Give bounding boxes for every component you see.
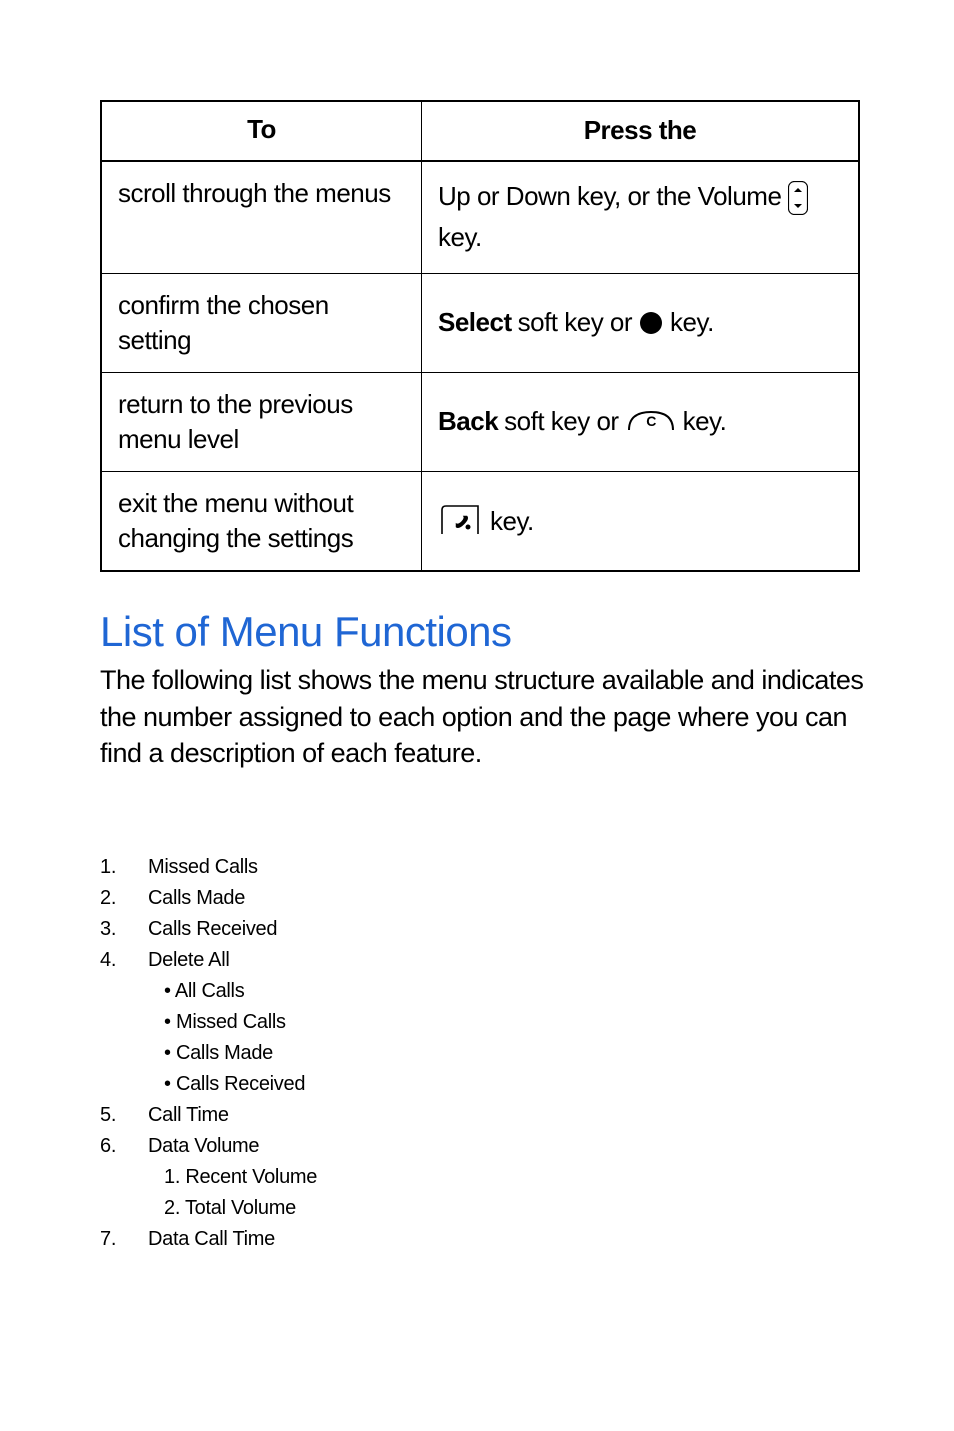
row2-post: key. [683, 403, 727, 441]
row0-pre: Up or Down key, or the Volume [438, 181, 781, 211]
list-item: 5. Call Time [100, 1100, 874, 1131]
row-to-3: exit the menu without changing the setti… [102, 472, 422, 570]
row1-post: key. [670, 304, 714, 342]
item-label: Call Time [148, 1100, 229, 1131]
header-to: To [102, 102, 422, 160]
sub-bullet: • Missed Calls [164, 1007, 874, 1038]
row1-bold: Select [438, 304, 512, 342]
list-item: 2. Calls Made [100, 883, 874, 914]
item-num: 4. [100, 945, 124, 976]
sub-items: 1. Recent Volume 2. Total Volume [164, 1162, 874, 1224]
table-header-row: To Press the [102, 102, 858, 162]
c-key-icon: C [625, 408, 677, 436]
item-label: Data Volume [148, 1131, 259, 1162]
item-num: 2. [100, 883, 124, 914]
row2-mid: soft key or [504, 403, 618, 441]
list-item: 1. Missed Calls [100, 852, 874, 883]
item-num: 3. [100, 914, 124, 945]
sub-items: • All Calls • Missed Calls • Calls Made … [164, 976, 874, 1100]
circle-key-icon [638, 310, 664, 336]
list-item: 3. Calls Received [100, 914, 874, 945]
item-num: 1. [100, 852, 124, 883]
end-key-icon [438, 504, 484, 538]
list-item: 7. Data Call Time [100, 1224, 874, 1255]
table-row: exit the menu without changing the setti… [102, 472, 858, 570]
item-label: Calls Received [148, 914, 277, 945]
row-press-3: key. [422, 472, 858, 570]
sub-numbered: 1. Recent Volume [164, 1162, 874, 1193]
sub-bullet: • Calls Made [164, 1038, 874, 1069]
row-to-0: scroll through the menus [102, 162, 422, 273]
list-item: 4. Delete All [100, 945, 874, 976]
volume-key-icon [788, 181, 808, 215]
item-label: Calls Made [148, 883, 245, 914]
menu-functions-list: 1. Missed Calls 2. Calls Made 3. Calls R… [100, 852, 874, 1255]
item-num: 7. [100, 1224, 124, 1255]
row-press-2: Back soft key or C key. [422, 373, 858, 471]
table-row: scroll through the menus Up or Down key,… [102, 162, 858, 274]
item-label: Delete All [148, 945, 230, 976]
sub-bullet: • Calls Received [164, 1069, 874, 1100]
row0-post: key. [438, 222, 482, 252]
row-to-2: return to the previous menu level [102, 373, 422, 471]
list-item: 6. Data Volume [100, 1131, 874, 1162]
item-num: 5. [100, 1100, 124, 1131]
header-press: Press the [422, 102, 858, 160]
section-heading: List of Menu Functions [100, 608, 874, 656]
row-to-1: confirm the chosen setting [102, 274, 422, 372]
item-num: 6. [100, 1131, 124, 1162]
row3-post: key. [490, 503, 534, 541]
item-label: Data Call Time [148, 1224, 275, 1255]
row-press-0: Up or Down key, or the Volume key. [422, 162, 858, 273]
table-row: confirm the chosen setting Select soft k… [102, 274, 858, 373]
row2-bold: Back [438, 403, 498, 441]
row-press-1: Select soft key or key. [422, 274, 858, 372]
intro-paragraph: The following list shows the menu struct… [100, 662, 870, 771]
sub-bullet: • All Calls [164, 976, 874, 1007]
instruction-table: To Press the scroll through the menus Up… [100, 100, 860, 572]
row1-mid: soft key or [518, 304, 632, 342]
svg-text:C: C [646, 413, 656, 429]
sub-numbered: 2. Total Volume [164, 1193, 874, 1224]
table-row: return to the previous menu level Back s… [102, 373, 858, 472]
item-label: Missed Calls [148, 852, 258, 883]
